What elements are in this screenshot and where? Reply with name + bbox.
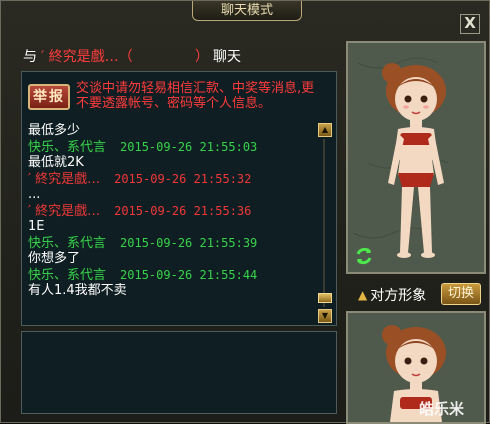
warning-notice: 交谈中请勿轻易相信汇款、中奖等消息,更不要透露帐号、密码等个人信息。 [76,81,315,111]
message-text-line: ... [28,187,314,203]
report-button[interactable]: 举报 [28,84,70,110]
message-text-line: 你想多了 [28,251,314,267]
message-input[interactable] [21,331,337,414]
message-text-line: 1E [28,219,314,235]
scroll-up-icon[interactable]: ▲ [318,123,332,137]
message-timestamp: 2015-09-26 21:55:39 [120,236,258,250]
sender-name: 快乐、系代言 [28,236,107,251]
self-avatar-preview [346,311,486,424]
sender-name: 快乐、系代言 [28,140,107,155]
header-target: ′ 終究是戲…（ ） [41,49,209,65]
message-text: 有人1.4我都不卖 [28,283,127,298]
scroll-track[interactable] [323,139,325,307]
chat-header: 与 ′ 終究是戲…（ ） 聊天 [23,46,241,66]
message-text: 最低就2K [28,155,84,170]
message-sender-line: 快乐、系代言 2015-09-26 21:55:39 [28,235,314,251]
scroll-thumb[interactable] [318,293,332,303]
up-arrow-icon: ▲ [358,288,368,302]
close-button[interactable]: X [460,14,480,34]
close-icon: X [464,14,476,32]
message-timestamp: 2015-09-26 21:55:36 [114,204,252,218]
message-text-line: 最低多少 [28,123,314,139]
sender-name: ′ 終究是戲… [28,204,101,219]
opponent-appearance-label: ▲ 对方形象 [358,288,427,304]
chat-window: 聊天模式 X 与 ′ 終究是戲…（ ） 聊天 举报 交谈中请勿轻易相信汇款、中奖… [0,0,490,424]
opponent-avatar-preview [346,41,486,274]
header-prefix: 与 [23,49,37,65]
window-title: 聊天模式 [192,1,302,21]
swap-button[interactable]: 切换 [441,283,481,305]
message-text: ... [28,187,41,202]
header-suffix: 聊天 [212,49,241,65]
rotate-icon[interactable] [354,246,374,266]
message-sender-line: ′ 終究是戲… 2015-09-26 21:55:32 [28,171,314,187]
scroll-down-icon[interactable]: ▼ [318,309,332,323]
avatar-figure [348,43,484,272]
sender-name: 快乐、系代言 [28,268,107,283]
message-timestamp: 2015-09-26 21:55:44 [120,268,258,282]
message-text: 1E [28,219,45,234]
sender-name: ′ 終究是戲… [28,172,101,187]
message-text-line: 最低就2K [28,155,314,171]
message-text-line: 有人1.4我都不卖 [28,283,314,299]
message-timestamp: 2015-09-26 21:55:32 [114,172,252,186]
message-sender-line: 快乐、系代言 2015-09-26 21:55:44 [28,267,314,283]
watermark: 皓乐米 [419,400,465,418]
message-text: 最低多少 [28,123,81,138]
message-timestamp: 2015-09-26 21:55:03 [120,140,258,154]
message-sender-line: ′ 終究是戲… 2015-09-26 21:55:36 [28,203,314,219]
chat-log: 举报 交谈中请勿轻易相信汇款、中奖等消息,更不要透露帐号、密码等个人信息。 最低… [21,71,337,326]
chat-scrollbar[interactable]: ▲ ▼ [318,123,332,323]
message-sender-line: 快乐、系代言 2015-09-26 21:55:03 [28,139,314,155]
message-list: 最低多少 快乐、系代言 2015-09-26 21:55:03 最低就2K ′ 終究是戲… [28,123,314,299]
message-text: 你想多了 [28,251,81,266]
